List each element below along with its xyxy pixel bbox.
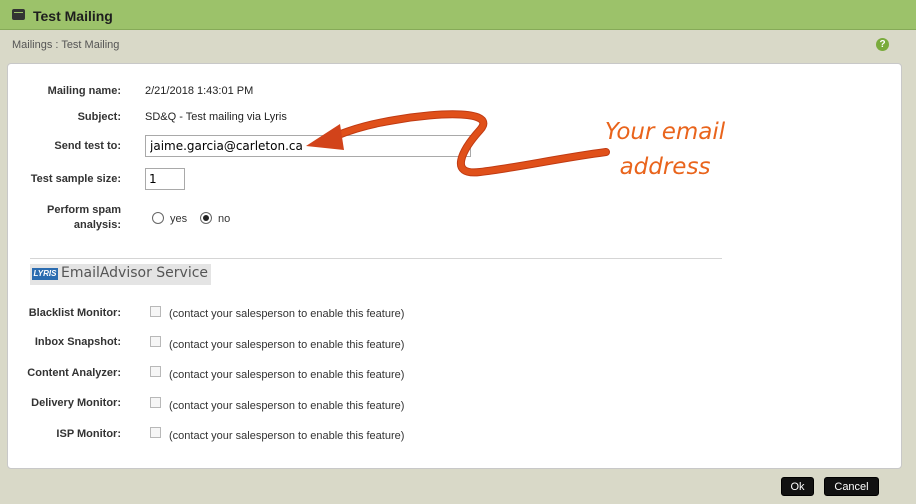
ok-button[interactable]: Ok xyxy=(781,477,814,496)
annotation-line1: Your email xyxy=(604,119,726,145)
arrow-stroke xyxy=(333,111,609,176)
cancel-button[interactable]: Cancel xyxy=(824,477,879,496)
annotation-line2: address xyxy=(619,154,711,180)
arrow-head xyxy=(306,124,344,150)
email-address-annotation: Your email address xyxy=(590,115,740,185)
annotation-arrow xyxy=(306,110,610,177)
